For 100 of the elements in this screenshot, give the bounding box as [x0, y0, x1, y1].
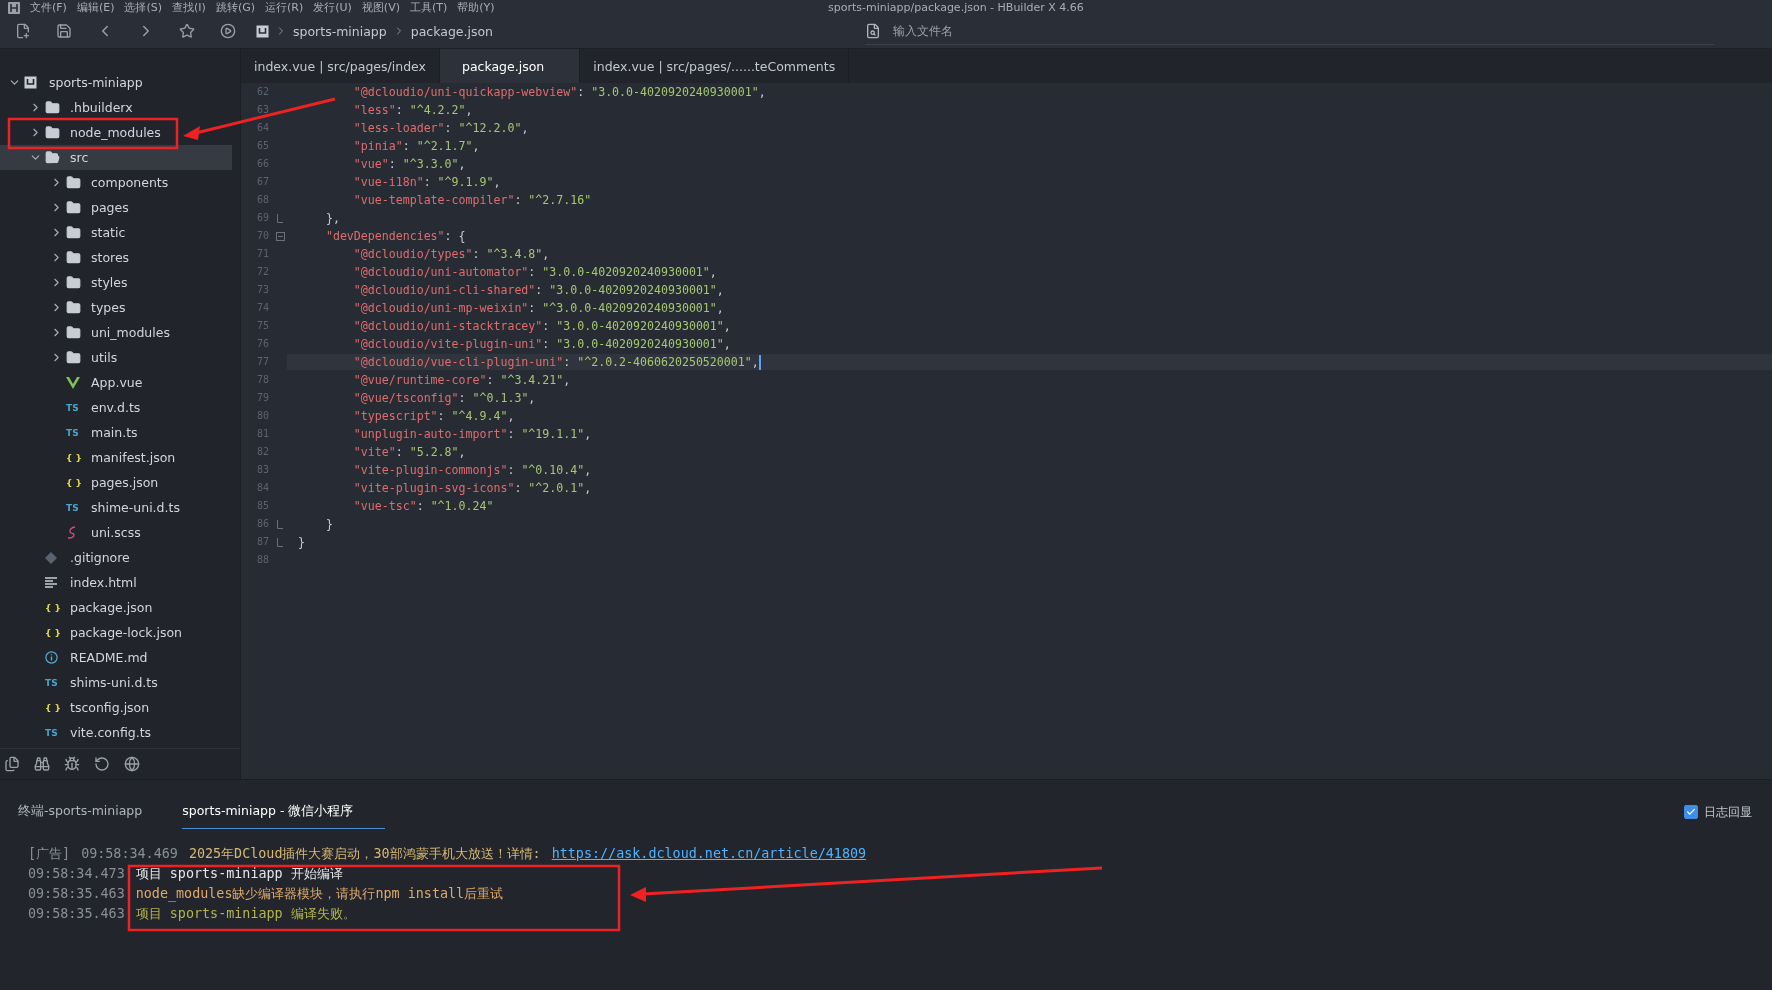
log-message: 2025年DCloud插件大赛启动，30部鸿蒙手机大放送！详情: — [188, 845, 541, 863]
file-row[interactable]: TS vite.config.ts — [0, 720, 232, 745]
code-line: "vite-plugin-commonjs": "^0.10.4", — [352, 462, 592, 478]
log-message: 项目 sports-miniapp 开始编译 — [135, 865, 343, 883]
line-number: 79 — [255, 391, 269, 405]
folder-row[interactable]: uni_modules — [0, 320, 232, 345]
log-link[interactable]: https://ask.dcloud.net.cn/article/41809 — [551, 844, 867, 864]
line-number: 63 — [255, 103, 269, 117]
line-number: 68 — [255, 193, 269, 207]
folder-icon — [66, 175, 81, 190]
info-icon — [45, 651, 58, 664]
file-row[interactable]: { } package.json — [0, 595, 232, 620]
folder-row[interactable]: static — [0, 220, 232, 245]
log-time: 09:58:34.469 — [81, 845, 178, 863]
fold-end-icon — [277, 213, 283, 223]
files-icon[interactable] — [4, 756, 20, 772]
code-line: "@dcloudio/vite-plugin-uni": "3.0.0-4020920240930001", — [352, 336, 731, 352]
menu-item[interactable]: 发行(U) — [313, 1, 352, 14]
file-type-icon: TS — [45, 677, 58, 688]
window-title: sports-miniapp/package.json - HBuilder X 4.66 — [828, 1, 1084, 14]
code-line: "vite-plugin-svg-icons": "^2.0.1", — [352, 480, 592, 496]
menu-item[interactable]: 查找(I) — [172, 1, 206, 14]
file-row[interactable]: TS shims-uni.d.ts — [0, 670, 232, 695]
log-tag: [广告] — [28, 844, 71, 864]
file-row[interactable]: { } manifest.json — [0, 445, 232, 470]
line-number: 72 — [255, 265, 269, 279]
checkbox-label: 日志回显 — [1704, 803, 1752, 821]
menu-item[interactable]: 跳转(G) — [215, 1, 255, 14]
line-number: 87 — [255, 535, 269, 549]
file-type-icon: { } — [45, 602, 61, 613]
file-row[interactable]: { } tsconfig.json — [0, 695, 232, 720]
menu-item[interactable]: 文件(F) — [30, 1, 67, 14]
file-row[interactable]: { } package-lock.json — [0, 620, 232, 645]
code-line: "vue-i18n": "^9.1.9", — [352, 174, 501, 190]
line-number: 71 — [255, 247, 269, 261]
folder-icon — [45, 100, 60, 115]
file-type-icon: TS — [66, 402, 79, 413]
code-line: "@dcloudio/uni-cli-shared": "3.0.0-4020920240930001", — [352, 282, 724, 298]
folder-row[interactable]: .hbuilderx — [0, 95, 232, 120]
file-type-icon: { } — [66, 477, 82, 488]
line-number: 62 — [255, 85, 269, 99]
file-row[interactable]: TS main.ts — [0, 420, 232, 445]
line-number: 76 — [255, 337, 269, 351]
folder-row[interactable]: components — [0, 170, 232, 195]
bug-icon[interactable] — [64, 756, 80, 772]
folder-row[interactable]: utils — [0, 345, 232, 370]
file-row[interactable]: README.md — [0, 645, 232, 670]
breadcrumb-item[interactable]: package.json — [410, 23, 494, 39]
menu-item[interactable]: 工具(T) — [409, 1, 448, 14]
editor-tab[interactable]: package.json — [439, 49, 581, 83]
code-line: "pinia": "^2.1.7", — [352, 138, 480, 154]
line-number: 64 — [255, 121, 269, 135]
folder-row[interactable]: pages — [0, 195, 232, 220]
menu-item[interactable]: 编辑(E) — [76, 1, 115, 14]
folder-row[interactable]: stores — [0, 245, 232, 270]
folder-row[interactable]: types — [0, 295, 232, 320]
line-number: 75 — [255, 319, 269, 333]
file-type-icon: TS — [66, 427, 79, 438]
folder-row[interactable]: src — [0, 145, 232, 170]
file-search-field[interactable]: 输入文件名 — [891, 22, 1196, 39]
line-number: 84 — [255, 481, 269, 495]
file-row[interactable]: uni.scss — [0, 520, 232, 545]
code-line: } — [298, 534, 305, 550]
file-row[interactable]: App.vue — [0, 370, 232, 395]
file-row[interactable]: TS shime-uni.d.ts — [0, 495, 232, 520]
folder-icon — [66, 300, 81, 315]
code-line: "devDependencies": { — [324, 228, 466, 244]
code-line: "@dcloudio/types": "^3.4.8", — [352, 246, 550, 262]
line-number: 82 — [255, 445, 269, 459]
refresh-icon[interactable] — [94, 756, 110, 772]
console-tab[interactable]: sports-miniapp - 微信小程序 — [182, 795, 386, 829]
file-type-icon: { } — [66, 452, 82, 463]
file-row[interactable]: index.html — [0, 570, 232, 595]
diamond-icon — [45, 551, 57, 564]
fold-toggle-icon[interactable] — [275, 231, 285, 241]
line-number: 73 — [255, 283, 269, 297]
code-line: }, — [324, 210, 340, 226]
breadcrumb-item[interactable]: sports-miniapp — [293, 23, 387, 39]
menu-item[interactable]: 帮助(Y) — [457, 1, 495, 14]
line-number: 70 — [255, 229, 269, 243]
folder-row[interactable]: node_modules — [0, 120, 232, 145]
file-row[interactable]: TS env.d.ts — [0, 395, 232, 420]
line-number: 81 — [255, 427, 269, 441]
log-message: node_modules缺少编译器模块，请执行npm install后重试 — [135, 885, 504, 904]
folder-row[interactable]: sports-miniapp — [0, 70, 232, 95]
file-row[interactable]: { } pages.json — [0, 470, 232, 495]
code-line: } — [324, 516, 333, 532]
folder-icon — [66, 200, 81, 215]
menu-item[interactable]: 运行(R) — [265, 1, 304, 14]
file-row[interactable]: .gitignore — [0, 545, 232, 570]
console-tab[interactable]: 终端-sports-miniapp — [18, 795, 143, 829]
menu-item[interactable]: 视图(V) — [361, 1, 400, 14]
line-number: 86 — [255, 517, 269, 531]
echo-checkbox[interactable] — [1684, 805, 1698, 819]
code-line: "@dcloudio/uni-mp-weixin": "^3.0.0-4020920240930001", — [352, 300, 724, 316]
menu-item[interactable]: 选择(S) — [124, 1, 163, 14]
globe-icon[interactable] — [124, 756, 140, 772]
binoculars-icon[interactable] — [34, 756, 50, 772]
folder-icon — [66, 250, 81, 265]
folder-row[interactable]: styles — [0, 270, 232, 295]
